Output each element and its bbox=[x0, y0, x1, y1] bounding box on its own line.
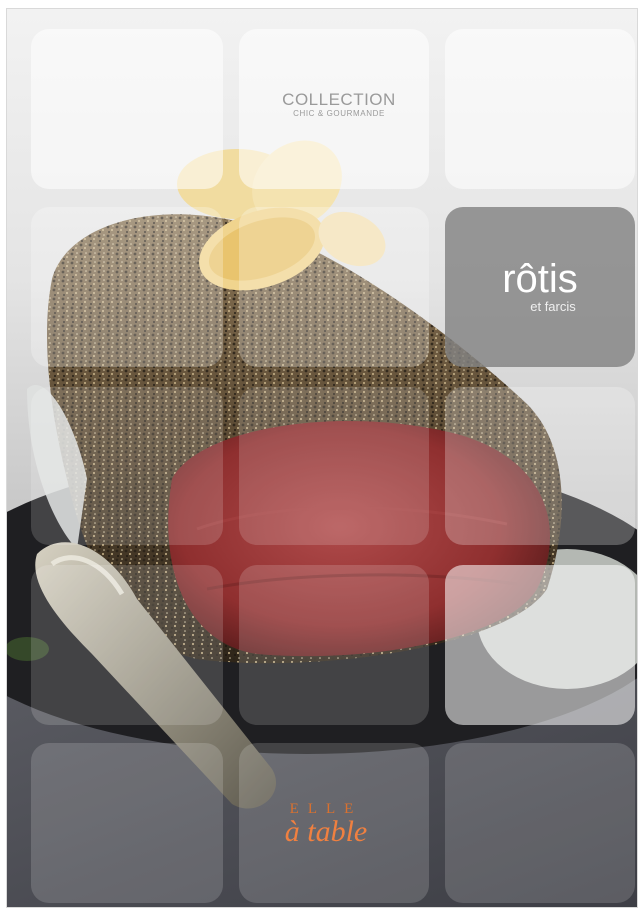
grid-tile bbox=[239, 207, 429, 367]
grid-tile bbox=[239, 387, 429, 545]
grid-tile bbox=[31, 565, 223, 725]
book-subtitle: et farcis bbox=[530, 299, 576, 314]
brand-logo: à table bbox=[284, 815, 368, 848]
grid-tile bbox=[445, 387, 635, 545]
collection-subtitle: CHIC & GOURMANDE bbox=[293, 109, 385, 118]
book-cover: COLLECTION CHIC & GOURMANDE rôtis et far… bbox=[6, 8, 638, 908]
grid-tile bbox=[445, 743, 635, 903]
collection-label: COLLECTION CHIC & GOURMANDE bbox=[239, 90, 439, 119]
grid-tile bbox=[445, 29, 635, 189]
grid-tile bbox=[31, 29, 223, 189]
grid-tile bbox=[31, 207, 223, 367]
grid-tile bbox=[31, 743, 223, 903]
grid-tile bbox=[239, 565, 429, 725]
collection-title: COLLECTION bbox=[282, 90, 396, 109]
grid-tile bbox=[445, 565, 635, 725]
grid-tile bbox=[31, 387, 223, 545]
book-title: rôtis bbox=[502, 257, 578, 301]
